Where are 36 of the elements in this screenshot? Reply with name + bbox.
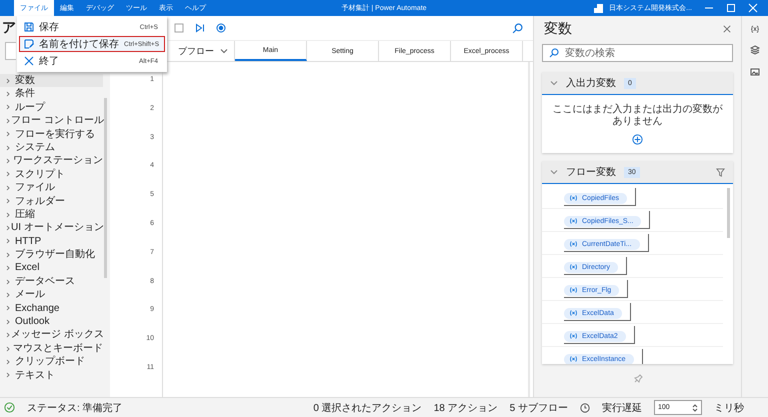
action-category[interactable]: メール <box>0 288 103 302</box>
action-category[interactable]: マウスとキーボード <box>0 342 103 356</box>
panel-title: ア <box>2 19 16 37</box>
status-text: ステータス: 準備完了 <box>27 402 123 414</box>
action-category[interactable]: 圧縮 <box>0 208 103 222</box>
action-category[interactable]: Excel <box>0 261 103 275</box>
action-category[interactable]: スクリプト <box>0 168 103 182</box>
subflow-dropdown[interactable]: ブフロー <box>176 41 235 61</box>
action-category[interactable]: Exchange <box>0 302 103 316</box>
search-field[interactable]: 変数の検索 <box>542 44 733 62</box>
action-category[interactable]: メッセージ ボックス <box>0 328 103 342</box>
action-category[interactable]: システム <box>0 140 103 154</box>
unit-label: ミリ秒 <box>714 402 744 414</box>
delay-label: 実行遅延 <box>602 402 642 414</box>
action-category[interactable]: ループ <box>0 100 103 114</box>
selected-actions-count: 0 選択されたアクション <box>313 402 422 414</box>
actions-count: 18 アクション <box>434 402 498 414</box>
action-category[interactable]: データベース <box>0 274 103 288</box>
panel-title: 変数 <box>544 20 572 38</box>
section-title: フロー変数 <box>566 166 616 179</box>
action-category[interactable]: テキスト <box>0 368 103 382</box>
action-category[interactable]: フォルダー <box>0 194 103 208</box>
action-category[interactable]: ファイル <box>0 181 103 195</box>
action-category[interactable]: クリップボード <box>0 355 103 369</box>
action-category[interactable]: 変数 <box>0 74 103 88</box>
action-category[interactable]: フロー コントロール <box>0 114 103 128</box>
action-category[interactable]: フローを実行する <box>0 128 103 141</box>
action-category[interactable]: Outlook <box>0 315 103 328</box>
empty-message: ここにはまだ入力または出力の変数がありません <box>552 104 724 128</box>
section-title: 入出力変数 <box>566 76 616 90</box>
action-category[interactable]: 条件 <box>0 87 103 101</box>
action-category[interactable]: ワークステーション <box>0 154 103 168</box>
action-category[interactable]: ブラウザー自動化 <box>0 248 103 262</box>
subflows-count: 5 サブフロー <box>510 402 568 414</box>
action-category[interactable]: UI オートメーション <box>0 221 103 235</box>
action-category[interactable]: HTTP <box>0 234 103 248</box>
